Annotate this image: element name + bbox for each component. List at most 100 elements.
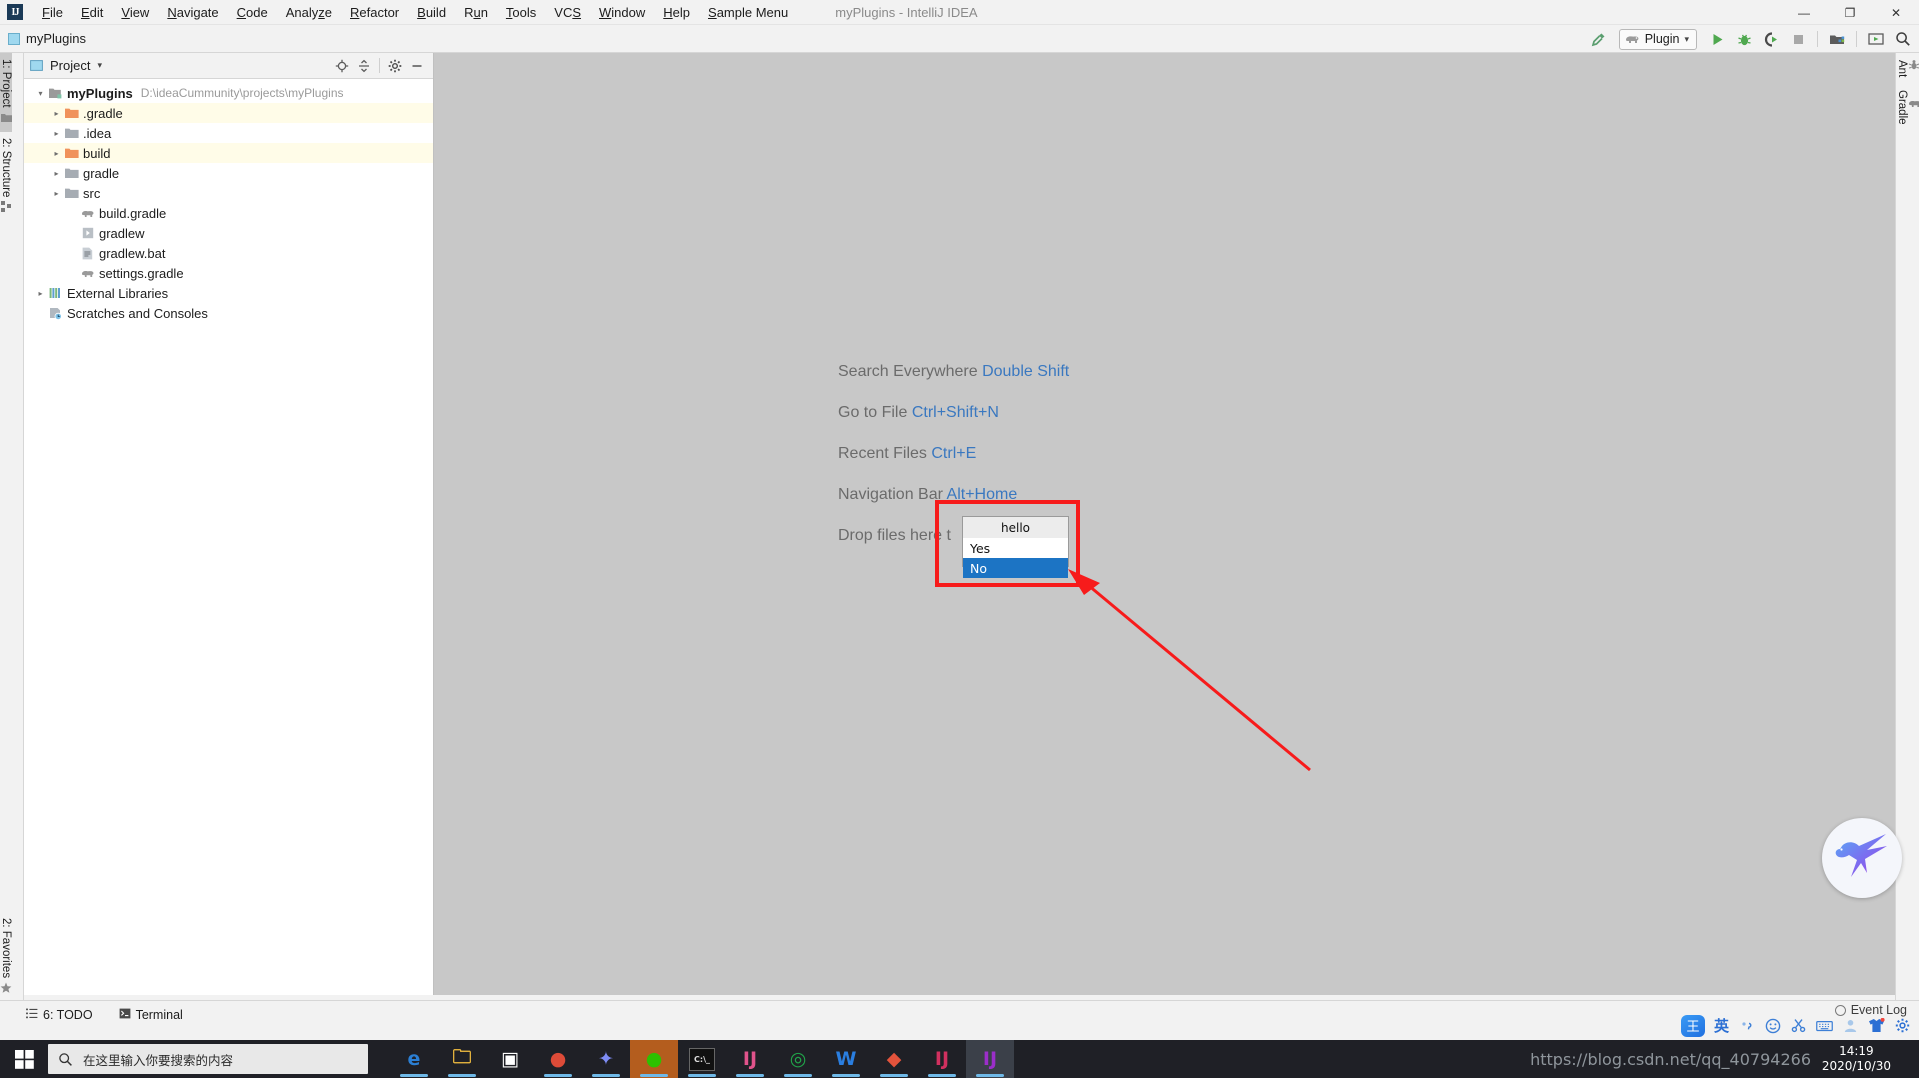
ime-logo-icon[interactable]: 王 bbox=[1680, 1014, 1705, 1037]
settings-icon[interactable] bbox=[1894, 1017, 1911, 1034]
run-icon[interactable] bbox=[1705, 28, 1729, 50]
gradle-elephant-icon bbox=[1908, 98, 1919, 112]
tree-node-gradle[interactable]: ▸ .gradle bbox=[24, 103, 433, 123]
debug-icon[interactable] bbox=[1732, 28, 1756, 50]
menu-item-refactor[interactable]: Refactor bbox=[341, 3, 408, 22]
ime-mode-label[interactable]: 英 bbox=[1714, 1015, 1729, 1036]
tree-node-idea[interactable]: ▸ .idea bbox=[24, 123, 433, 143]
project-tab[interactable]: myPlugins bbox=[8, 31, 86, 46]
scissors-icon[interactable] bbox=[1790, 1017, 1807, 1034]
maximize-button[interactable]: ❐ bbox=[1827, 0, 1873, 25]
update-project-icon[interactable] bbox=[1825, 28, 1849, 50]
menu-item-run[interactable]: Run bbox=[455, 3, 497, 22]
menu-item-sample-menu[interactable]: Sample Menu bbox=[699, 3, 797, 22]
menu-item-tools[interactable]: Tools bbox=[497, 3, 545, 22]
tree-node-external-libraries[interactable]: ▸ External Libraries bbox=[24, 283, 433, 303]
taskbar-app-intellij-idea-2[interactable]: IJ bbox=[918, 1040, 966, 1078]
taskbar-app-microsoft-store[interactable]: ▣ bbox=[486, 1040, 534, 1078]
clock-time: 14:19 bbox=[1839, 1044, 1874, 1058]
command-prompt-icon: C:\_ bbox=[689, 1047, 715, 1071]
close-button[interactable]: ✕ bbox=[1873, 0, 1919, 25]
hello-popup-dialog: hello Yes No bbox=[962, 516, 1069, 578]
chevron-right-icon[interactable]: ▸ bbox=[50, 169, 63, 178]
status-bar-terminal[interactable]: Terminal bbox=[119, 1008, 183, 1022]
tool-tab-1-project[interactable]: 1: Project bbox=[0, 53, 12, 132]
taskbar-clock[interactable]: 14:19 2020/10/30 bbox=[1822, 1044, 1891, 1074]
run-coverage-icon[interactable] bbox=[1759, 28, 1783, 50]
chevron-right-icon[interactable]: ▸ bbox=[50, 129, 63, 138]
toolbar-actions: Plugin ▾ bbox=[1587, 25, 1915, 53]
taskbar-app-edge[interactable]: e bbox=[390, 1040, 438, 1078]
taskbar-app-wps[interactable]: W bbox=[822, 1040, 870, 1078]
taskbar-app-wechat[interactable]: ● bbox=[630, 1040, 678, 1078]
search-icon[interactable] bbox=[1891, 28, 1915, 50]
chevron-right-icon[interactable]: ▸ bbox=[50, 109, 63, 118]
tree-node-myplugins[interactable]: ▾ myPlugins D:\ideaCummunity\projects\myPl… bbox=[24, 83, 433, 103]
menu-item-navigate[interactable]: Navigate bbox=[158, 3, 227, 22]
menu-item-view[interactable]: View bbox=[112, 3, 158, 22]
menu-item-build[interactable]: Build bbox=[408, 3, 455, 22]
tree-node-build-gradle[interactable]: build.gradle bbox=[24, 203, 433, 223]
popup-title: hello bbox=[963, 517, 1068, 538]
account-icon[interactable] bbox=[1842, 1017, 1859, 1034]
taskbar-app-navicat[interactable]: ◎ bbox=[774, 1040, 822, 1078]
tool-tab-2-favorites[interactable]: 2: Favorites bbox=[0, 912, 12, 1003]
tool-tab-ant[interactable]: Ant bbox=[1896, 53, 1919, 84]
hummingbird-widget[interactable] bbox=[1822, 818, 1902, 898]
editor-tip: Drop files here t bbox=[838, 527, 1398, 545]
skin-icon[interactable] bbox=[1868, 1017, 1885, 1034]
tree-node-src[interactable]: ▸ src bbox=[24, 183, 433, 203]
chevron-down-icon[interactable]: ▾ bbox=[34, 89, 47, 98]
taskbar-search-box[interactable]: 在这里输入你要搜索的内容 bbox=[48, 1044, 368, 1074]
menu-item-help[interactable]: Help bbox=[654, 3, 699, 22]
menu-item-vcs[interactable]: VCS bbox=[545, 3, 590, 22]
menu-item-window[interactable]: Window bbox=[590, 3, 654, 22]
status-bar: 6: TODO Terminal Event Log bbox=[0, 1000, 1919, 1028]
tree-node-scratches-and-consoles[interactable]: Scratches and Consoles bbox=[24, 303, 433, 323]
taskbar-app-diamond-app[interactable]: ◆ bbox=[870, 1040, 918, 1078]
tree-node-build[interactable]: ▸ build bbox=[24, 143, 433, 163]
menu-item-analyze[interactable]: Analyze bbox=[277, 3, 341, 22]
taskbar-app-bird-app[interactable]: ✦ bbox=[582, 1040, 630, 1078]
editor-tip: Navigation Bar Alt+Home bbox=[838, 486, 1398, 504]
tree-node-gradlew[interactable]: gradlew bbox=[24, 223, 433, 243]
menu-item-file[interactable]: File bbox=[33, 3, 72, 22]
chevron-right-icon[interactable]: ▸ bbox=[50, 189, 63, 198]
ant-icon bbox=[1908, 59, 1919, 74]
tree-node-settings-gradle[interactable]: settings.gradle bbox=[24, 263, 433, 283]
locate-icon[interactable] bbox=[332, 56, 352, 76]
tree-node-label: gradle bbox=[83, 165, 120, 181]
project-icon bbox=[0, 112, 12, 126]
tree-node-gradlew-bat[interactable]: gradlew.bat bbox=[24, 243, 433, 263]
hammer-icon[interactable] bbox=[1587, 28, 1611, 50]
gradle-file-icon bbox=[79, 268, 96, 279]
keyboard-icon[interactable] bbox=[1816, 1017, 1833, 1034]
menu-item-edit[interactable]: Edit bbox=[72, 3, 112, 22]
taskbar-app-chrome[interactable]: ● bbox=[534, 1040, 582, 1078]
taskbar-app-command-prompt[interactable]: C:\_ bbox=[678, 1040, 726, 1078]
taskbar-app-intellij-idea[interactable]: IJ bbox=[726, 1040, 774, 1078]
run-configuration-label: Plugin bbox=[1644, 32, 1680, 46]
tree-node-gradle[interactable]: ▸ gradle bbox=[24, 163, 433, 183]
chevron-right-icon[interactable]: ▸ bbox=[34, 289, 47, 298]
emoji-icon[interactable] bbox=[1764, 1017, 1781, 1034]
gradle-elephant-icon bbox=[1625, 36, 1639, 43]
tool-tab-gradle[interactable]: Gradle bbox=[1896, 84, 1919, 131]
tool-tab-2-structure[interactable]: 2: Structure bbox=[0, 132, 12, 221]
popup-option-yes[interactable]: Yes bbox=[963, 538, 1068, 558]
menu-item-code[interactable]: Code bbox=[228, 3, 277, 22]
status-bar-6-todo[interactable]: 6: TODO bbox=[26, 1008, 93, 1022]
file-explorer-icon: 🗀 bbox=[452, 1046, 472, 1068]
windows-start-icon[interactable] bbox=[0, 1040, 48, 1078]
collapse-all-icon[interactable] bbox=[354, 56, 374, 76]
punctuation-icon[interactable] bbox=[1738, 1017, 1755, 1034]
chevron-right-icon[interactable]: ▸ bbox=[50, 149, 63, 158]
hide-panel-icon[interactable] bbox=[407, 56, 427, 76]
run-configuration-selector[interactable]: Plugin ▾ bbox=[1618, 28, 1697, 50]
taskbar-app-file-explorer[interactable]: 🗀 bbox=[438, 1040, 486, 1078]
gear-icon[interactable] bbox=[385, 56, 405, 76]
minimize-button[interactable]: — bbox=[1781, 0, 1827, 25]
popup-option-no[interactable]: No bbox=[963, 558, 1068, 578]
presentation-icon[interactable] bbox=[1864, 28, 1888, 50]
taskbar-app-intellij-idea-3[interactable]: IJ bbox=[966, 1040, 1014, 1078]
